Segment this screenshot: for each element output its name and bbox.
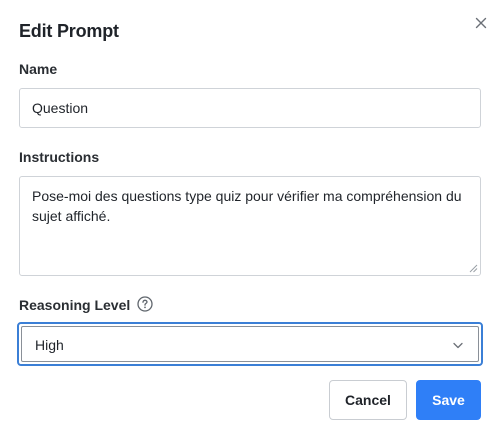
name-input[interactable]: Question <box>19 88 481 128</box>
cancel-button[interactable]: Cancel <box>329 380 407 420</box>
help-button[interactable] <box>137 296 153 312</box>
close-icon <box>475 17 487 29</box>
instructions-label: Instructions <box>19 149 100 165</box>
select-box: High <box>21 326 479 362</box>
chevron-down-icon <box>453 342 463 349</box>
edit-prompt-dialog: Edit Prompt Name Question Instructions P… <box>0 0 503 441</box>
close-button[interactable] <box>472 14 490 32</box>
reasoning-level-label: Reasoning Level <box>19 297 131 313</box>
save-button[interactable]: Save <box>416 380 481 420</box>
reasoning-level-select[interactable]: High <box>17 322 483 366</box>
instructions-textarea[interactable]: Pose-moi des questions type quiz pour vé… <box>19 176 481 276</box>
reasoning-level-value: High <box>35 337 64 353</box>
name-label: Name <box>19 61 58 77</box>
question-circle-icon <box>137 296 153 312</box>
dialog-title: Edit Prompt <box>19 21 119 41</box>
resize-handle-icon[interactable] <box>469 264 478 273</box>
instructions-text: Pose-moi des questions type quiz pour vé… <box>32 188 462 224</box>
